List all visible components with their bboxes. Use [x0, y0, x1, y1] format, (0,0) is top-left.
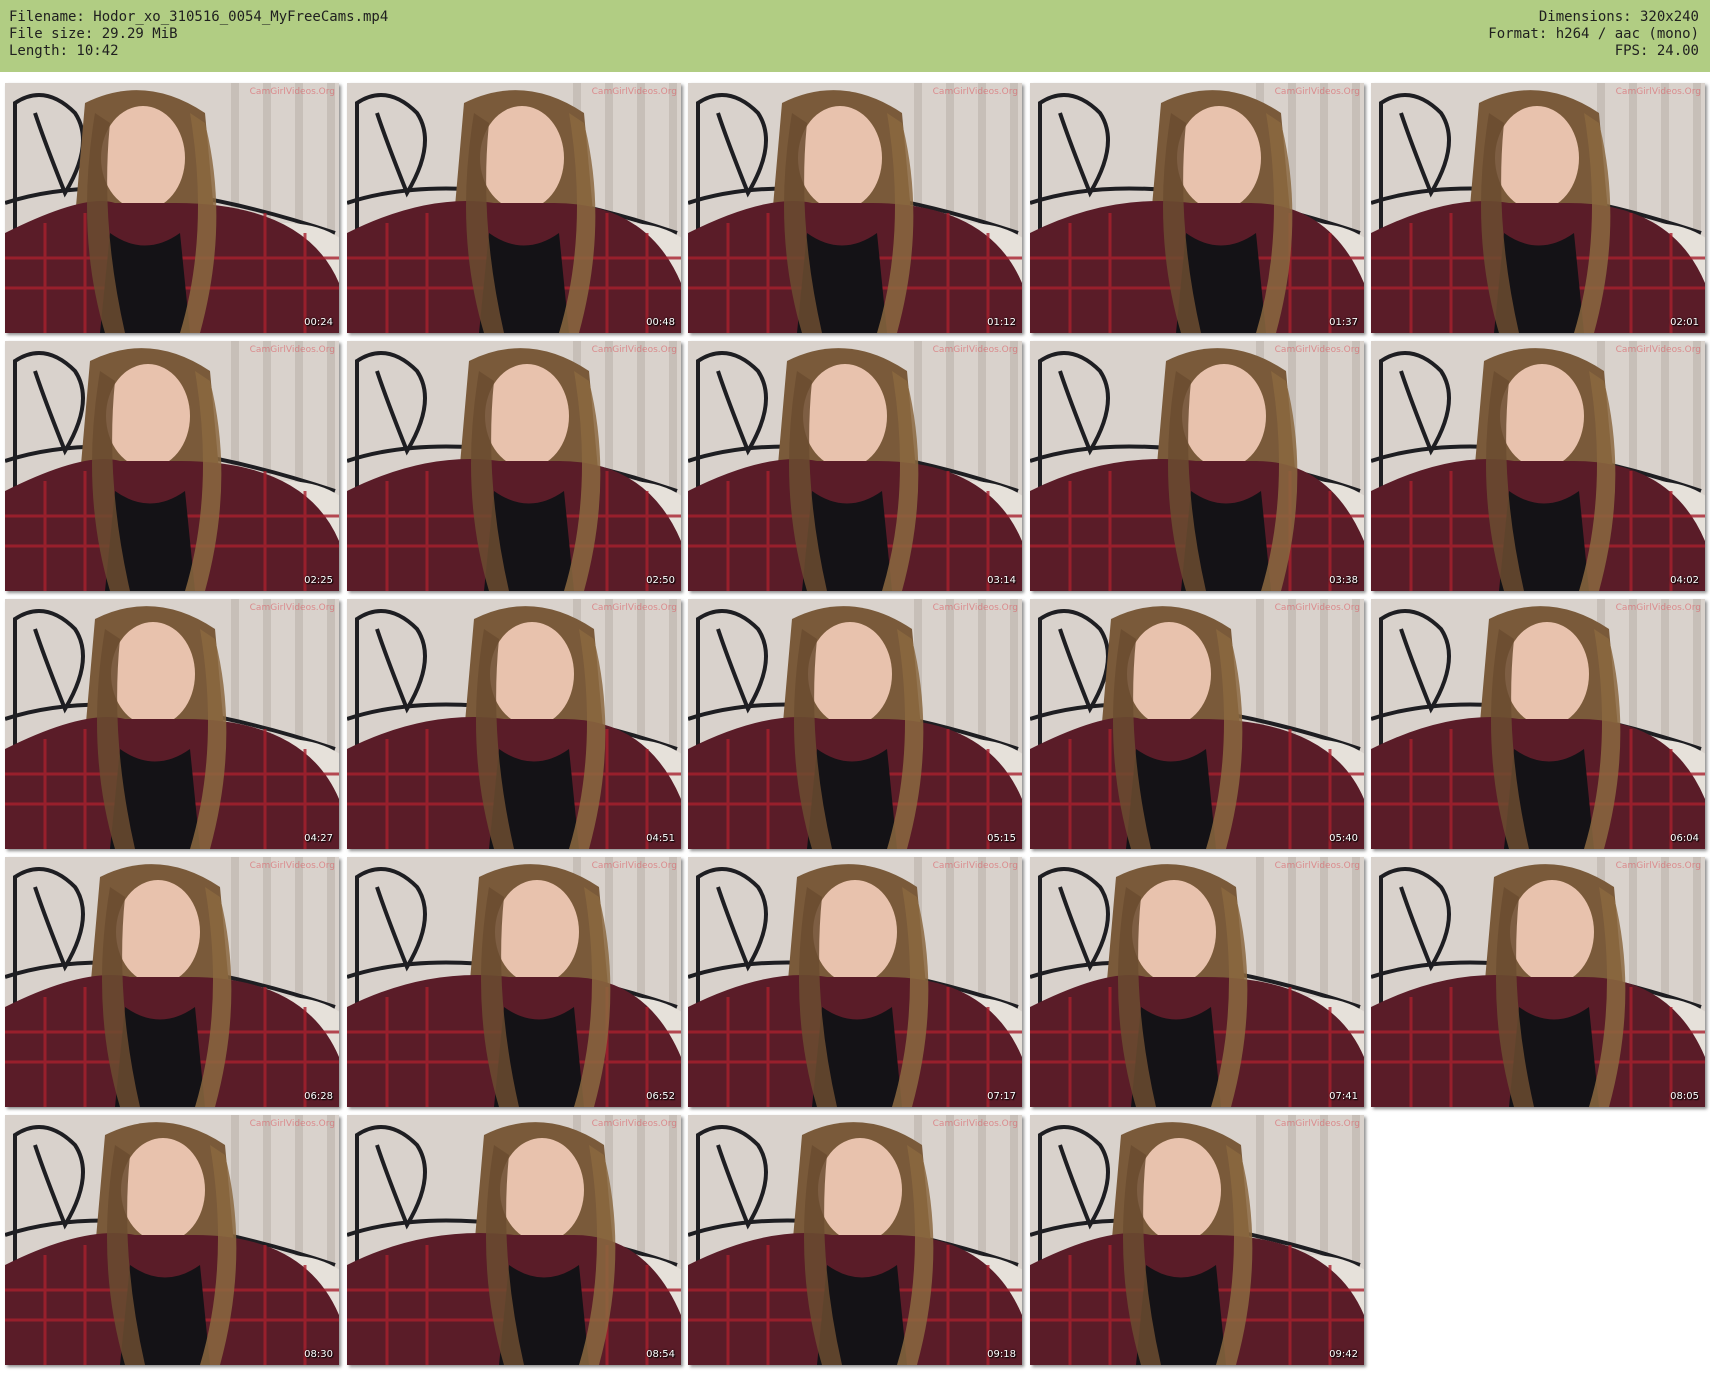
- thumbnail-image: [347, 83, 681, 333]
- video-thumbnail: CamGirlVideos.Org 04:27: [5, 599, 339, 849]
- video-thumbnail: CamGirlVideos.Org 04:51: [347, 599, 681, 849]
- thumbnail-image: [5, 599, 339, 849]
- video-thumbnail: CamGirlVideos.Org 06:52: [347, 857, 681, 1107]
- thumbnail-image: [347, 857, 681, 1107]
- timestamp-label: 03:38: [1329, 575, 1358, 586]
- watermark-text: CamGirlVideos.Org: [1615, 87, 1701, 97]
- thumbnail-image: [1371, 83, 1705, 333]
- video-thumbnail: CamGirlVideos.Org 08:30: [5, 1115, 339, 1365]
- thumbnail-grid: CamGirlVideos.Org 00:24 CamGirlVideos.Org…: [0, 0, 1710, 1373]
- thumbnail-image: [347, 341, 681, 591]
- video-thumbnail: CamGirlVideos.Org 02:50: [347, 341, 681, 591]
- timestamp-label: 06:28: [304, 1091, 333, 1102]
- video-thumbnail: CamGirlVideos.Org 07:41: [1030, 857, 1364, 1107]
- thumbnail-image: [347, 599, 681, 849]
- watermark-text: CamGirlVideos.Org: [249, 1119, 335, 1129]
- thumbnail-image: [688, 1115, 1022, 1365]
- timestamp-label: 08:30: [304, 1349, 333, 1360]
- video-thumbnail: CamGirlVideos.Org 03:14: [688, 341, 1022, 591]
- video-thumbnail: CamGirlVideos.Org 02:01: [1371, 83, 1705, 333]
- video-thumbnail: CamGirlVideos.Org 06:28: [5, 857, 339, 1107]
- video-thumbnail: CamGirlVideos.Org 04:02: [1371, 341, 1705, 591]
- watermark-text: CamGirlVideos.Org: [249, 861, 335, 871]
- thumbnail-image: [688, 857, 1022, 1107]
- watermark-text: CamGirlVideos.Org: [1274, 87, 1360, 97]
- thumbnail-image: [1030, 341, 1364, 591]
- timestamp-label: 01:37: [1329, 317, 1358, 328]
- watermark-text: CamGirlVideos.Org: [249, 87, 335, 97]
- watermark-text: CamGirlVideos.Org: [932, 345, 1018, 355]
- video-thumbnail: CamGirlVideos.Org 07:17: [688, 857, 1022, 1107]
- timestamp-label: 02:50: [646, 575, 675, 586]
- watermark-text: CamGirlVideos.Org: [1274, 345, 1360, 355]
- thumbnail-image: [688, 599, 1022, 849]
- timestamp-label: 04:02: [1670, 575, 1699, 586]
- timestamp-label: 05:40: [1329, 833, 1358, 844]
- timestamp-label: 01:12: [987, 317, 1016, 328]
- watermark-text: CamGirlVideos.Org: [932, 603, 1018, 613]
- watermark-text: CamGirlVideos.Org: [932, 861, 1018, 871]
- timestamp-label: 05:15: [987, 833, 1016, 844]
- watermark-text: CamGirlVideos.Org: [591, 1119, 677, 1129]
- video-thumbnail: CamGirlVideos.Org 08:05: [1371, 857, 1705, 1107]
- video-thumbnail: CamGirlVideos.Org 02:25: [5, 341, 339, 591]
- video-thumbnail: CamGirlVideos.Org 09:18: [688, 1115, 1022, 1365]
- thumbnail-image: [5, 857, 339, 1107]
- watermark-text: CamGirlVideos.Org: [1274, 603, 1360, 613]
- timestamp-label: 08:05: [1670, 1091, 1699, 1102]
- watermark-text: CamGirlVideos.Org: [932, 87, 1018, 97]
- watermark-text: CamGirlVideos.Org: [1615, 861, 1701, 871]
- watermark-text: CamGirlVideos.Org: [1615, 345, 1701, 355]
- watermark-text: CamGirlVideos.Org: [591, 345, 677, 355]
- watermark-text: CamGirlVideos.Org: [249, 345, 335, 355]
- video-thumbnail: CamGirlVideos.Org 05:40: [1030, 599, 1364, 849]
- watermark-text: CamGirlVideos.Org: [591, 861, 677, 871]
- thumbnail-image: [1371, 857, 1705, 1107]
- thumbnail-image: [5, 1115, 339, 1365]
- timestamp-label: 04:27: [304, 833, 333, 844]
- timestamp-label: 06:52: [646, 1091, 675, 1102]
- video-thumbnail: CamGirlVideos.Org 00:48: [347, 83, 681, 333]
- timestamp-label: 02:25: [304, 575, 333, 586]
- watermark-text: CamGirlVideos.Org: [932, 1119, 1018, 1129]
- thumbnail-image: [5, 341, 339, 591]
- timestamp-label: 09:42: [1329, 1349, 1358, 1360]
- watermark-text: CamGirlVideos.Org: [1274, 1119, 1360, 1129]
- thumbnail-image: [5, 83, 339, 333]
- timestamp-label: 07:17: [987, 1091, 1016, 1102]
- timestamp-label: 06:04: [1670, 833, 1699, 844]
- timestamp-label: 04:51: [646, 833, 675, 844]
- timestamp-label: 00:48: [646, 317, 675, 328]
- thumbnail-image: [347, 1115, 681, 1365]
- video-thumbnail: CamGirlVideos.Org 06:04: [1371, 599, 1705, 849]
- video-thumbnail: CamGirlVideos.Org 03:38: [1030, 341, 1364, 591]
- video-thumbnail: CamGirlVideos.Org 00:24: [5, 83, 339, 333]
- watermark-text: CamGirlVideos.Org: [591, 603, 677, 613]
- watermark-text: CamGirlVideos.Org: [249, 603, 335, 613]
- thumbnail-image: [688, 341, 1022, 591]
- video-thumbnail: CamGirlVideos.Org 09:42: [1030, 1115, 1364, 1365]
- thumbnail-image: [1030, 83, 1364, 333]
- timestamp-label: 03:14: [987, 575, 1016, 586]
- thumbnail-image: [1030, 857, 1364, 1107]
- timestamp-label: 00:24: [304, 317, 333, 328]
- watermark-text: CamGirlVideos.Org: [591, 87, 677, 97]
- watermark-text: CamGirlVideos.Org: [1615, 603, 1701, 613]
- thumbnail-image: [688, 83, 1022, 333]
- thumbnail-image: [1371, 599, 1705, 849]
- timestamp-label: 08:54: [646, 1349, 675, 1360]
- thumbnail-image: [1371, 341, 1705, 591]
- video-thumbnail: CamGirlVideos.Org 01:37: [1030, 83, 1364, 333]
- timestamp-label: 09:18: [987, 1349, 1016, 1360]
- video-thumbnail: CamGirlVideos.Org 08:54: [347, 1115, 681, 1365]
- watermark-text: CamGirlVideos.Org: [1274, 861, 1360, 871]
- timestamp-label: 02:01: [1670, 317, 1699, 328]
- video-thumbnail: CamGirlVideos.Org 05:15: [688, 599, 1022, 849]
- thumbnail-image: [1030, 1115, 1364, 1365]
- video-thumbnail: CamGirlVideos.Org 01:12: [688, 83, 1022, 333]
- timestamp-label: 07:41: [1329, 1091, 1358, 1102]
- thumbnail-image: [1030, 599, 1364, 849]
